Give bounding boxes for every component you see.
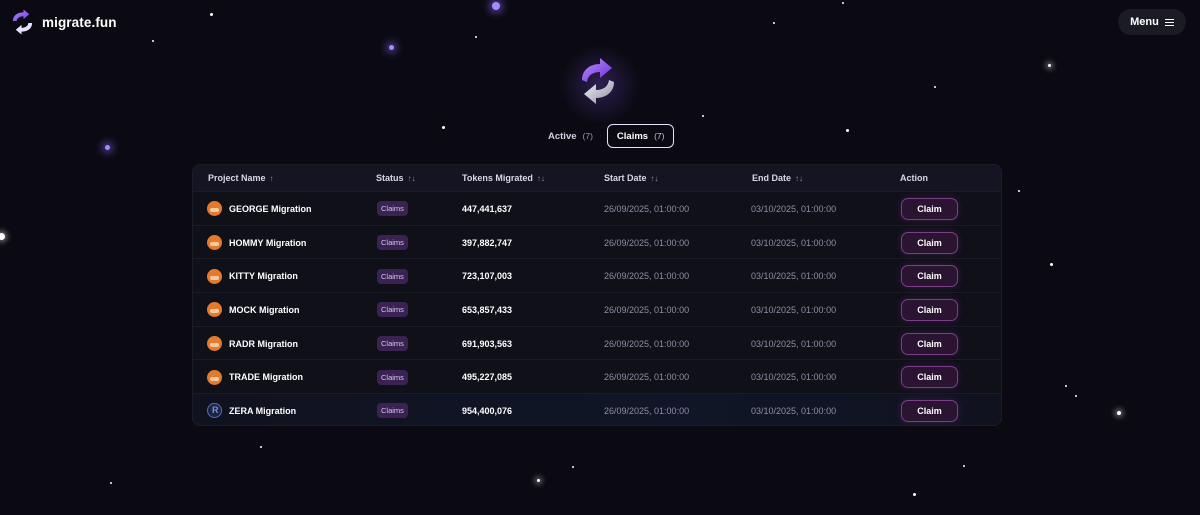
sort-asc-icon: ↑ xyxy=(269,173,274,183)
tokens-migrated: 653,857,433 xyxy=(462,304,513,315)
table-row[interactable]: KITTY Migration Claims 723,107,003 26/09… xyxy=(193,258,1001,292)
end-date: 03/10/2025, 01:00:00 xyxy=(751,372,837,383)
claim-button[interactable]: Claim xyxy=(901,366,958,389)
header-action-label: Action xyxy=(900,173,928,183)
project-name: ZERA Migration xyxy=(229,405,297,416)
claim-button[interactable]: Claim xyxy=(901,399,958,422)
project-name: TRADE Migration xyxy=(229,372,303,383)
sort-icon: ↑↓ xyxy=(536,173,545,183)
header-tokens[interactable]: Tokens Migrated ↑↓ xyxy=(462,173,545,183)
claim-button[interactable]: Claim xyxy=(901,197,958,220)
zera-token-icon xyxy=(207,403,222,419)
end-date: 03/10/2025, 01:00:00 xyxy=(751,338,837,349)
table-row[interactable]: HOMMY Migration Claims 397,882,747 26/09… xyxy=(193,224,1001,259)
status-badge: Claims xyxy=(377,235,408,251)
token-avatar-icon xyxy=(207,235,222,251)
start-date: 26/09/2025, 01:00:00 xyxy=(604,304,690,315)
table-header: Project Name ↑ Status ↑↓ Tokens Migrated… xyxy=(193,165,1001,191)
claim-button[interactable]: Claim xyxy=(901,332,958,355)
header-end[interactable]: End Date ↑↓ xyxy=(752,173,803,183)
end-date: 03/10/2025, 01:00:00 xyxy=(751,304,837,315)
menu-button[interactable]: Menu xyxy=(1118,9,1186,35)
header-tokens-label: Tokens Migrated xyxy=(462,173,533,183)
table-body: GEORGE Migration Claims 447,441,637 26/0… xyxy=(193,191,1001,425)
start-date: 26/09/2025, 01:00:00 xyxy=(604,372,690,383)
status-badge: Claims xyxy=(377,302,408,318)
header-start-label: Start Date xyxy=(604,173,647,183)
tab-active[interactable]: Active (7) xyxy=(539,125,602,147)
status-badge: Claims xyxy=(377,369,408,385)
header-action: Action xyxy=(900,173,928,183)
menu-label: Menu xyxy=(1130,16,1159,28)
end-date: 03/10/2025, 01:00:00 xyxy=(751,203,837,214)
tokens-migrated: 954,400,076 xyxy=(462,405,513,416)
token-avatar-icon xyxy=(207,302,222,318)
tokens-migrated: 447,441,637 xyxy=(462,203,513,214)
table-row[interactable]: RADR Migration Claims 691,903,563 26/09/… xyxy=(193,325,1001,360)
migrate-hero-icon xyxy=(582,58,614,104)
token-avatar-icon xyxy=(207,201,222,217)
app-name: migrate.fun xyxy=(42,14,117,30)
end-date: 03/10/2025, 01:00:00 xyxy=(751,271,837,282)
table-row[interactable]: TRADE Migration Claims 495,227,085 26/09… xyxy=(193,359,1001,393)
tokens-migrated: 723,107,003 xyxy=(462,271,513,282)
token-avatar-icon xyxy=(207,369,222,385)
header-end-label: End Date xyxy=(752,173,792,183)
migrations-table: Project Name ↑ Status ↑↓ Tokens Migrated… xyxy=(192,164,1002,426)
status-badge: Claims xyxy=(377,268,408,284)
status-badge: Claims xyxy=(377,403,408,419)
end-date: 03/10/2025, 01:00:00 xyxy=(751,237,837,248)
claim-button[interactable]: Claim xyxy=(901,231,958,254)
tab-active-count: (7) xyxy=(582,131,593,141)
start-date: 26/09/2025, 01:00:00 xyxy=(604,405,690,416)
header-project-label: Project Name xyxy=(208,173,266,183)
token-avatar-icon xyxy=(207,336,222,352)
migrate-logo-icon xyxy=(12,9,33,35)
claim-button[interactable]: Claim xyxy=(901,265,958,288)
hamburger-icon xyxy=(1164,18,1174,26)
tab-active-label: Active xyxy=(548,130,577,142)
tokens-migrated: 397,882,747 xyxy=(462,237,513,248)
project-name: KITTY Migration xyxy=(229,271,298,282)
status-badge: Claims xyxy=(377,336,408,352)
header-start[interactable]: Start Date ↑↓ xyxy=(604,173,659,183)
project-name: HOMMY Migration xyxy=(229,237,307,248)
table-row[interactable]: ZERA Migration Claims 954,400,076 26/09/… xyxy=(193,393,1001,425)
sort-icon: ↑↓ xyxy=(650,173,659,183)
end-date: 03/10/2025, 01:00:00 xyxy=(751,405,837,416)
claim-button[interactable]: Claim xyxy=(901,298,958,321)
tokens-migrated: 691,903,563 xyxy=(462,338,513,349)
start-date: 26/09/2025, 01:00:00 xyxy=(604,338,690,349)
header-status-label: Status xyxy=(376,173,404,183)
table-row[interactable]: MOCK Migration Claims 653,857,433 26/09/… xyxy=(193,292,1001,326)
migration-tabs: Active (7) Claims (7) xyxy=(539,124,675,148)
app-logo[interactable]: migrate.fun xyxy=(10,9,117,35)
start-date: 26/09/2025, 01:00:00 xyxy=(604,237,690,248)
tab-claims-count: (7) xyxy=(654,131,665,141)
sort-icon: ↑↓ xyxy=(407,173,416,183)
token-avatar-icon xyxy=(207,268,222,284)
header-status[interactable]: Status ↑↓ xyxy=(376,173,416,183)
project-name: MOCK Migration xyxy=(229,304,300,315)
tokens-migrated: 495,227,085 xyxy=(462,372,513,383)
status-badge: Claims xyxy=(377,201,408,217)
tab-claims[interactable]: Claims (7) xyxy=(606,124,675,148)
start-date: 26/09/2025, 01:00:00 xyxy=(604,203,690,214)
project-name: RADR Migration xyxy=(229,338,298,349)
start-date: 26/09/2025, 01:00:00 xyxy=(604,271,690,282)
sort-icon: ↑↓ xyxy=(795,173,804,183)
header-project[interactable]: Project Name ↑ xyxy=(208,173,274,183)
tab-claims-label: Claims xyxy=(616,130,649,142)
project-name: GEORGE Migration xyxy=(229,203,312,214)
table-row[interactable]: GEORGE Migration Claims 447,441,637 26/0… xyxy=(193,191,1001,225)
